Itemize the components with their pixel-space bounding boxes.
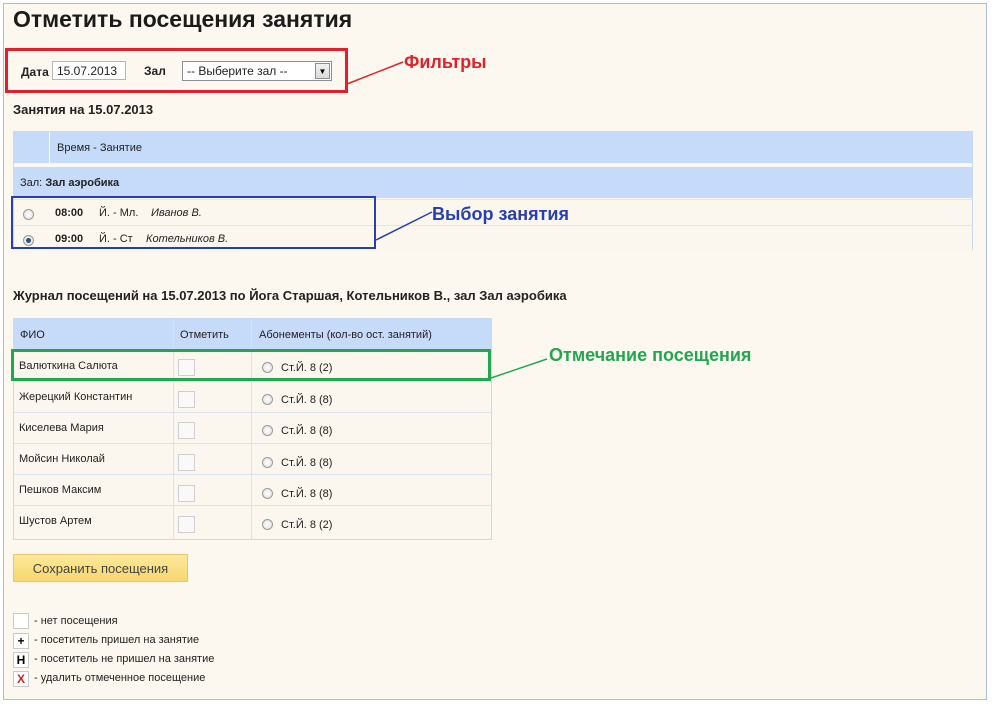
- table-row: Киселева Мария Ст.Й. 8 (8): [14, 412, 491, 444]
- attendee-name: Мойсин Николай: [19, 453, 105, 465]
- legend-text: - удалить отмеченное посещение: [34, 672, 206, 684]
- attendee-name: Шустов Артем: [19, 515, 92, 527]
- lessons-title: Занятия на 15.07.2013: [13, 102, 154, 117]
- subscription-radio[interactable]: [262, 425, 273, 436]
- table-row: Шустов Артем Ст.Й. 8 (2): [14, 505, 491, 537]
- attendee-name: Киселева Мария: [19, 422, 104, 434]
- table-row: Мойсин Николай Ст.Й. 8 (8): [14, 443, 491, 475]
- group-name: Зал аэробика: [45, 177, 120, 189]
- attendee-name: Пешков Максим: [19, 484, 102, 496]
- lessons-table-header: Время - Занятие: [14, 132, 972, 163]
- attendance-annotation-line: [490, 358, 548, 379]
- legend-text: - нет посещения: [34, 615, 118, 627]
- absent-n-icon: Н: [13, 652, 29, 668]
- subscription-label: Ст.Й. 8 (8): [281, 394, 333, 406]
- attendance-checkbox[interactable]: [178, 454, 195, 471]
- attendance-checkbox[interactable]: [178, 485, 195, 502]
- group-prefix: Зал:: [20, 177, 43, 189]
- subscription-label: Ст.Й. 8 (8): [281, 488, 333, 500]
- filters-annotation-label: Фильтры: [404, 52, 487, 72]
- attendee-name: Жерецкий Константин: [19, 391, 133, 403]
- subscription-radio[interactable]: [262, 488, 273, 499]
- plus-icon: +: [13, 633, 29, 649]
- legend-text: - посетитель не пришел на занятие: [34, 653, 215, 665]
- lessons-header-time-lesson: Время - Занятие: [57, 142, 142, 154]
- empty-box-icon: [13, 613, 29, 629]
- table-row: Пешков Максим Ст.Й. 8 (8): [14, 474, 491, 506]
- column-header-mark: Отметить: [180, 329, 229, 341]
- column-header-subscriptions: Абонементы (кол-во ост. занятий): [259, 329, 432, 341]
- lesson-choice-annotation-line: [375, 211, 433, 241]
- lesson-choice-annotation-label: Выбор занятия: [432, 204, 569, 224]
- subscription-radio[interactable]: [262, 519, 273, 530]
- lesson-choice-annotation-box: [11, 196, 376, 249]
- attendance-checkbox[interactable]: [178, 422, 195, 439]
- subscription-label: Ст.Й. 8 (8): [281, 425, 333, 437]
- column-header-name: ФИО: [20, 329, 45, 341]
- subscription-label: Ст.Й. 8 (8): [281, 457, 333, 469]
- subscription-radio[interactable]: [262, 394, 273, 405]
- journal-table-header: ФИО Отметить Абонементы (кол-во ост. зан…: [14, 319, 491, 350]
- attendance-annotation-label: Отмечание посещения: [549, 345, 752, 365]
- filters-annotation-line: [346, 61, 404, 85]
- filters-annotation-box: [5, 48, 348, 93]
- attendance-checkbox[interactable]: [178, 516, 195, 533]
- subscription-label: Ст.Й. 8 (2): [281, 519, 333, 531]
- delete-x-icon: X: [13, 671, 29, 687]
- attendance-annotation-box: [11, 349, 491, 381]
- journal-title: Журнал посещений на 15.07.2013 по Йога С…: [13, 288, 567, 303]
- page-title: Отметить посещения занятия: [13, 6, 353, 32]
- legend-text: - посетитель пришел на занятие: [34, 634, 200, 646]
- table-row: Жерецкий Константин Ст.Й. 8 (8): [14, 381, 491, 413]
- save-attendance-button[interactable]: Сохранить посещения: [13, 554, 188, 582]
- attendance-checkbox[interactable]: [178, 391, 195, 408]
- subscription-radio[interactable]: [262, 457, 273, 468]
- lessons-group-row: Зал: Зал аэробика: [14, 167, 972, 198]
